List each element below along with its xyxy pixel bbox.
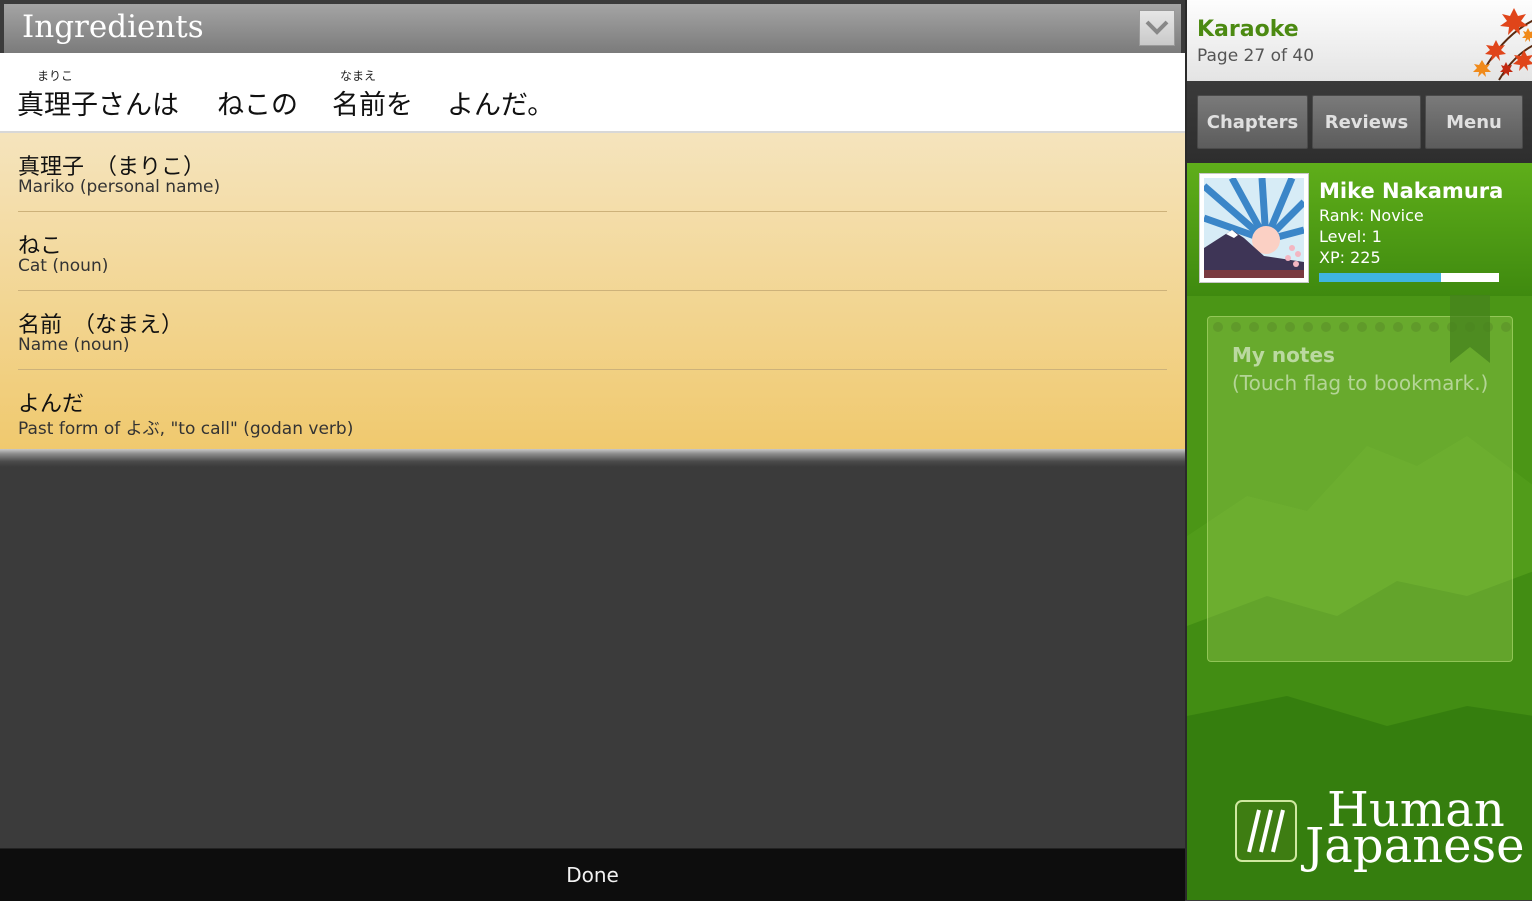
mount-fuji-icon bbox=[1204, 178, 1304, 278]
furigana: まりこ bbox=[37, 69, 74, 83]
list-item[interactable]: 名前 （なまえ） Name (noun) bbox=[18, 291, 1167, 370]
user-level: Level: 1 bbox=[1319, 227, 1382, 246]
logo-text-japanese: Japanese bbox=[1305, 818, 1525, 874]
ingredient-definition: Past form of よぶ, "to call" (godan verb) bbox=[18, 419, 354, 439]
app-logo: Human Japanese bbox=[1235, 782, 1525, 880]
ingredients-list: 真理子 （まりこ） Mariko (personal name) ねこ Cat … bbox=[0, 133, 1185, 449]
user-profile: Mike Nakamura Rank: Novice Level: 1 XP: … bbox=[1187, 163, 1532, 296]
panel-title: Ingredients bbox=[22, 9, 204, 45]
sentence-display: まりこ 真理子さんは ねこの なまえ 名前を よんだ。 bbox=[0, 53, 1185, 133]
menu-button[interactable]: Menu bbox=[1425, 95, 1523, 149]
xp-progress-fill bbox=[1319, 273, 1442, 282]
sidebar-nav: Chapters Reviews Menu bbox=[1187, 81, 1532, 163]
maple-leaves-icon bbox=[1473, 8, 1532, 81]
sentence-text: 真理子さんは bbox=[17, 90, 179, 121]
notes-hint: (Touch flag to bookmark.) bbox=[1232, 371, 1489, 395]
notes-pad[interactable]: My notes (Touch flag to bookmark.) bbox=[1207, 295, 1513, 662]
sentence-text: ねこの bbox=[217, 90, 298, 121]
ingredients-pane: Ingredients まりこ 真理子さんは ねこの なまえ 名前を よんだ。 … bbox=[0, 0, 1185, 901]
chapters-button[interactable]: Chapters bbox=[1197, 95, 1308, 149]
sentence-text: 名前を bbox=[332, 90, 413, 121]
ingredient-definition: Name (noun) bbox=[18, 335, 130, 355]
list-item[interactable]: ねこ Cat (noun) bbox=[18, 212, 1167, 291]
furigana: なまえ bbox=[340, 69, 377, 83]
page-indicator: Page 27 of 40 bbox=[1197, 46, 1315, 66]
avatar[interactable] bbox=[1199, 173, 1309, 283]
collapse-button[interactable] bbox=[1139, 10, 1175, 46]
user-name: Mike Nakamura bbox=[1319, 179, 1504, 203]
panel-header: Ingredients bbox=[4, 4, 1181, 53]
user-xp: XP: 225 bbox=[1319, 248, 1381, 267]
bamboo-logo-icon bbox=[1235, 800, 1297, 862]
sentence-text: よんだ。 bbox=[447, 90, 555, 121]
notes-title: My notes bbox=[1232, 343, 1335, 367]
done-button[interactable]: Done bbox=[0, 849, 1185, 901]
reviews-button[interactable]: Reviews bbox=[1312, 95, 1421, 149]
chapter-header: Karaoke Page 27 of 40 bbox=[1187, 0, 1532, 81]
user-rank: Rank: Novice bbox=[1319, 206, 1424, 225]
bottom-bar: Done bbox=[0, 848, 1185, 901]
bookmark-flag-icon[interactable] bbox=[1450, 295, 1490, 363]
sidebar: Karaoke Page 27 of 40 Chapters Reviews M… bbox=[1185, 0, 1532, 900]
chapter-title: Karaoke bbox=[1197, 17, 1299, 42]
xp-progress-bar bbox=[1319, 273, 1499, 282]
ingredient-definition: Cat (noun) bbox=[18, 256, 109, 276]
chevron-down-icon bbox=[1145, 20, 1169, 35]
list-item[interactable]: よんだ Past form of よぶ, "to call" (godan ve… bbox=[18, 370, 1167, 448]
ingredient-definition: Mariko (personal name) bbox=[18, 177, 221, 197]
panel-divider bbox=[0, 449, 1185, 467]
list-item[interactable]: 真理子 （まりこ） Mariko (personal name) bbox=[18, 133, 1167, 212]
